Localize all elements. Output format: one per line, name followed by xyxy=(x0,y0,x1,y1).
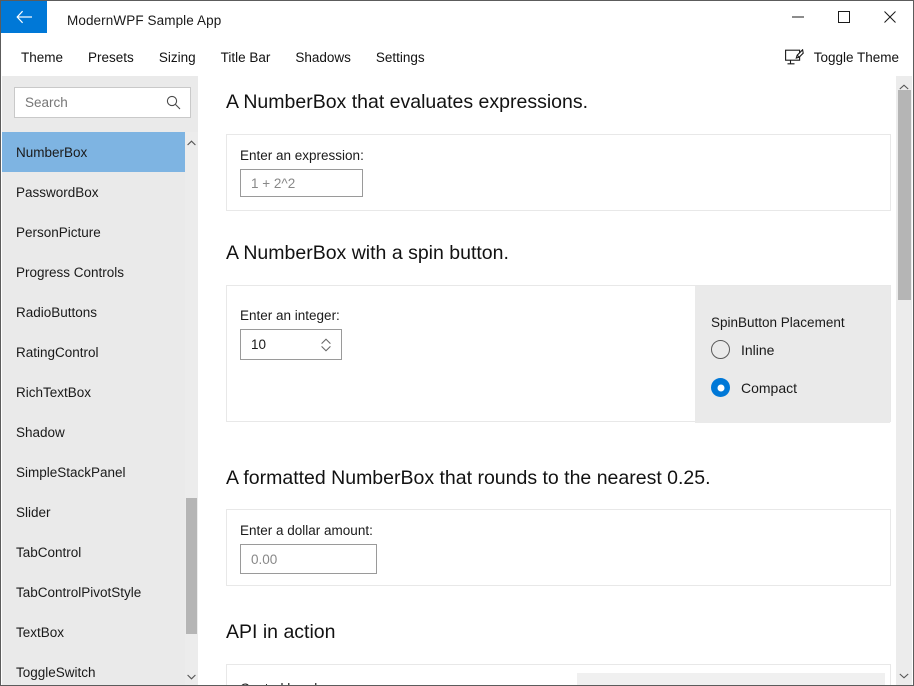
radio-circle-inline[interactable] xyxy=(711,340,730,359)
control-header-label: Control header xyxy=(240,681,329,686)
sidebar-item-simplestackpanel[interactable]: SimpleStackPanel xyxy=(2,452,185,492)
sidebar-item-label: TabControl xyxy=(16,545,81,560)
expression-field-label: Enter an expression: xyxy=(240,148,364,163)
radio-compact[interactable]: Compact xyxy=(711,378,797,397)
menu-item-settings[interactable]: Settings xyxy=(365,45,436,70)
sidebar-item-label: ToggleSwitch xyxy=(16,665,96,680)
sidebar-item-label: Progress Controls xyxy=(16,265,124,280)
section-4-title-wrap: API in action xyxy=(226,621,335,644)
close-button[interactable] xyxy=(867,1,913,32)
radio-label-inline: Inline xyxy=(741,342,774,358)
section-1-card: Enter an expression: xyxy=(226,134,891,211)
section-3-title: A formatted NumberBox that rounds to the… xyxy=(226,467,711,490)
sidebar-item-richtextbox[interactable]: RichTextBox xyxy=(2,372,185,412)
menu-item-theme[interactable]: Theme xyxy=(10,45,74,70)
expression-input[interactable] xyxy=(241,170,362,196)
sidebar-item-label: RadioButtons xyxy=(16,305,97,320)
radio-circle-compact[interactable] xyxy=(711,378,730,397)
back-button[interactable] xyxy=(1,1,47,33)
search-icon[interactable] xyxy=(166,95,181,110)
section-4-card: Control header xyxy=(226,664,891,686)
app-window: ModernWPF Sample App Theme Presets Sizi xyxy=(0,0,914,686)
sidebar-item-label: PersonPicture xyxy=(16,225,101,240)
dollar-input[interactable] xyxy=(241,545,376,573)
sidebar-item-label: SimpleStackPanel xyxy=(16,465,126,480)
menu-item-shadows[interactable]: Shadows xyxy=(284,45,362,70)
sidebar-item-tabcontrolpivotstyle[interactable]: TabControlPivotStyle xyxy=(2,572,185,612)
content-scrollbar-thumb[interactable] xyxy=(898,90,911,300)
expression-textbox[interactable] xyxy=(240,169,363,197)
scroll-up-icon[interactable] xyxy=(185,136,198,150)
sidebar-item-ratingcontrol[interactable]: RatingControl xyxy=(2,332,185,372)
sidebar-item-label: RatingControl xyxy=(16,345,99,360)
maximize-icon xyxy=(838,11,850,23)
sidebar: NumberBox PasswordBox PersonPicture Prog… xyxy=(2,76,198,686)
integer-field-label: Enter an integer: xyxy=(240,308,340,323)
sidebar-item-textbox[interactable]: TextBox xyxy=(2,612,185,652)
section-2-card: Enter an integer: SpinButton Placement I… xyxy=(226,285,891,422)
section-1-title-wrap: A NumberBox that evaluates expressions. xyxy=(226,91,588,114)
radio-label-compact: Compact xyxy=(741,380,797,396)
sidebar-item-label: RichTextBox xyxy=(16,385,91,400)
placement-panel-title: SpinButton Placement xyxy=(711,315,845,330)
sidebar-item-tabcontrol[interactable]: TabControl xyxy=(2,532,185,572)
scroll-down-icon[interactable] xyxy=(185,670,198,684)
sidebar-item-toggleswitch[interactable]: ToggleSwitch xyxy=(2,652,185,686)
toggle-theme-label: Toggle Theme xyxy=(814,50,899,65)
sidebar-item-shadow[interactable]: Shadow xyxy=(2,412,185,452)
caption-buttons xyxy=(775,1,913,39)
spinbutton-placement-panel: SpinButton Placement Inline Compact xyxy=(695,286,890,423)
radio-inline[interactable]: Inline xyxy=(711,340,774,359)
search-box[interactable] xyxy=(14,87,191,118)
sidebar-nav-list: NumberBox PasswordBox PersonPicture Prog… xyxy=(2,132,185,686)
maximize-button[interactable] xyxy=(821,1,867,32)
menu-item-presets[interactable]: Presets xyxy=(77,45,145,70)
section-3-title-wrap: A formatted NumberBox that rounds to the… xyxy=(226,467,711,490)
close-icon xyxy=(884,11,896,23)
sidebar-item-slider[interactable]: Slider xyxy=(2,492,185,532)
toggle-theme-button[interactable]: Toggle Theme xyxy=(785,49,899,66)
window-title: ModernWPF Sample App xyxy=(47,1,221,39)
dollar-textbox[interactable] xyxy=(240,544,377,574)
sidebar-item-numberbox[interactable]: NumberBox xyxy=(2,132,185,172)
control-header-value-box[interactable] xyxy=(577,673,885,686)
content-scrollbar[interactable] xyxy=(896,76,912,686)
section-4-title: API in action xyxy=(226,621,335,644)
integer-numberbox[interactable] xyxy=(240,329,342,360)
integer-input[interactable] xyxy=(241,330,303,359)
spin-button-icon[interactable] xyxy=(320,337,332,353)
sidebar-item-label: NumberBox xyxy=(16,145,87,160)
sidebar-item-personpicture[interactable]: PersonPicture xyxy=(2,212,185,252)
dollar-field-label: Enter a dollar amount: xyxy=(240,523,373,538)
section-2-title: A NumberBox with a spin button. xyxy=(226,242,509,265)
sidebar-item-label: PasswordBox xyxy=(16,185,99,200)
menu-item-sizing[interactable]: Sizing xyxy=(148,45,207,70)
title-bar: ModernWPF Sample App xyxy=(1,1,913,39)
minimize-button[interactable] xyxy=(775,1,821,32)
search-input[interactable] xyxy=(15,94,155,111)
back-arrow-icon xyxy=(16,10,33,24)
sidebar-item-radiobuttons[interactable]: RadioButtons xyxy=(2,292,185,332)
theme-pen-monitor-icon xyxy=(785,49,804,66)
sidebar-item-label: TextBox xyxy=(16,625,64,640)
section-1-title: A NumberBox that evaluates expressions. xyxy=(226,91,588,114)
sidebar-item-label: Slider xyxy=(16,505,51,520)
content-area: A NumberBox that evaluates expressions. … xyxy=(198,76,896,686)
menu-bar: Theme Presets Sizing Title Bar Shadows S… xyxy=(1,39,913,76)
section-3-card: Enter a dollar amount: xyxy=(226,509,891,586)
section-2-title-wrap: A NumberBox with a spin button. xyxy=(226,242,509,265)
sidebar-item-label: Shadow xyxy=(16,425,65,440)
sidebar-scrollbar[interactable] xyxy=(185,132,198,686)
sidebar-item-passwordbox[interactable]: PasswordBox xyxy=(2,172,185,212)
sidebar-scrollbar-thumb[interactable] xyxy=(186,498,197,634)
sidebar-item-progress-controls[interactable]: Progress Controls xyxy=(2,252,185,292)
minimize-icon xyxy=(792,11,804,23)
sidebar-item-label: TabControlPivotStyle xyxy=(16,585,141,600)
content-scroll-down-icon[interactable] xyxy=(896,668,912,684)
menu-item-title-bar[interactable]: Title Bar xyxy=(210,45,282,70)
